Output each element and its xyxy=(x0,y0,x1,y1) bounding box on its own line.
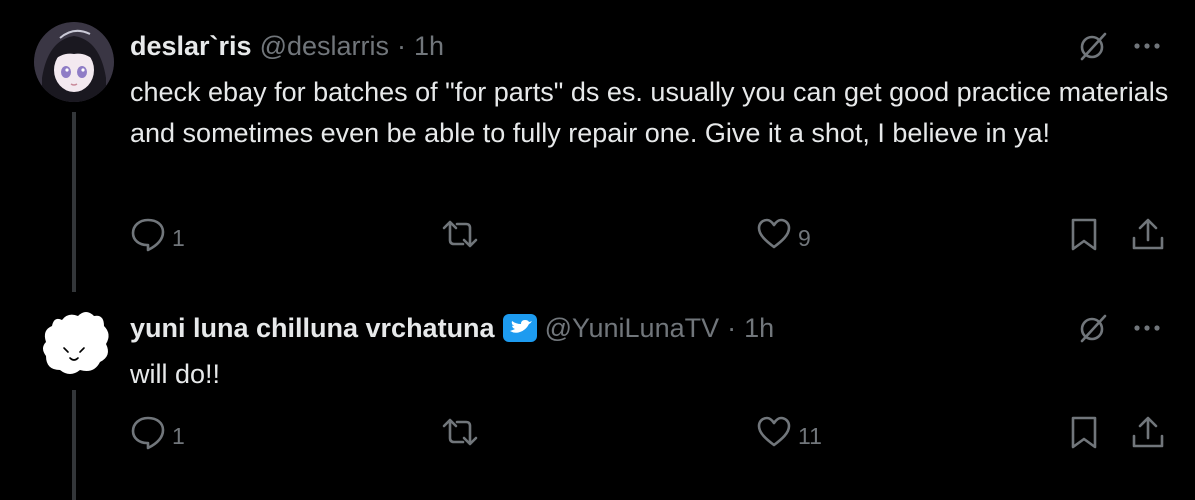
avatar-image xyxy=(34,304,114,384)
grok-icon[interactable] xyxy=(1077,30,1109,62)
tweet-top-actions xyxy=(1077,312,1163,344)
avatar-image xyxy=(34,22,114,102)
tweet-text: will do!! xyxy=(130,359,221,389)
like-icon xyxy=(757,416,791,447)
handle[interactable]: @deslarris xyxy=(260,31,389,62)
share-icon xyxy=(1132,416,1164,448)
separator: · xyxy=(727,312,737,343)
like-count: 9 xyxy=(798,224,811,251)
avatar[interactable] xyxy=(34,22,114,102)
tweet[interactable]: yuni luna chilluna vrchatuna @YuniLunaTV… xyxy=(0,282,1195,500)
like-icon xyxy=(757,218,791,249)
bookmark-button[interactable] xyxy=(1068,414,1100,450)
tweet-actions: 1 11 xyxy=(130,414,1170,454)
tweet[interactable]: deslar`ris @deslarris · 1h check ebay fo… xyxy=(0,0,1195,292)
reply-button[interactable]: 1 xyxy=(130,216,185,252)
more-icon[interactable] xyxy=(1131,30,1163,62)
tweet-top-actions xyxy=(1077,30,1163,62)
retweet-button[interactable] xyxy=(440,216,486,252)
verified-badge-icon xyxy=(502,314,537,342)
tweet-header: yuni luna chilluna vrchatuna @YuniLunaTV… xyxy=(130,312,774,344)
thread-line xyxy=(72,112,76,292)
display-name[interactable]: deslar`ris xyxy=(130,31,252,62)
like-button[interactable]: 9 xyxy=(756,216,811,252)
bookmark-icon xyxy=(1071,416,1097,449)
tweet-text: check ebay for batches of "for parts" ds… xyxy=(130,77,1169,148)
retweet-button[interactable] xyxy=(440,414,486,450)
reply-icon xyxy=(131,416,165,450)
timestamp[interactable]: 1h xyxy=(744,313,774,344)
share-button[interactable] xyxy=(1130,216,1166,252)
timestamp[interactable]: 1h xyxy=(414,31,444,62)
tweet-header: deslar`ris @deslarris · 1h xyxy=(130,30,444,62)
tweet-actions: 1 9 xyxy=(130,216,1170,256)
thread-line xyxy=(72,390,76,492)
grok-icon[interactable] xyxy=(1077,312,1109,344)
retweet-icon xyxy=(442,220,478,248)
bookmark-icon xyxy=(1071,218,1097,251)
like-count: 11 xyxy=(798,422,822,449)
reply-count: 1 xyxy=(172,422,185,449)
handle[interactable]: @YuniLunaTV xyxy=(545,313,720,344)
reply-icon xyxy=(131,218,165,252)
reply-count: 1 xyxy=(172,224,185,251)
like-button[interactable]: 11 xyxy=(756,414,822,450)
retweet-icon xyxy=(442,418,478,446)
separator: · xyxy=(397,30,407,61)
display-name[interactable]: yuni luna chilluna vrchatuna xyxy=(130,313,495,344)
thread-line xyxy=(72,492,76,500)
reply-button[interactable]: 1 xyxy=(130,414,185,450)
more-icon[interactable] xyxy=(1131,312,1163,344)
bookmark-button[interactable] xyxy=(1068,216,1100,252)
share-icon xyxy=(1132,218,1164,250)
avatar[interactable] xyxy=(34,304,114,384)
share-button[interactable] xyxy=(1130,414,1166,450)
